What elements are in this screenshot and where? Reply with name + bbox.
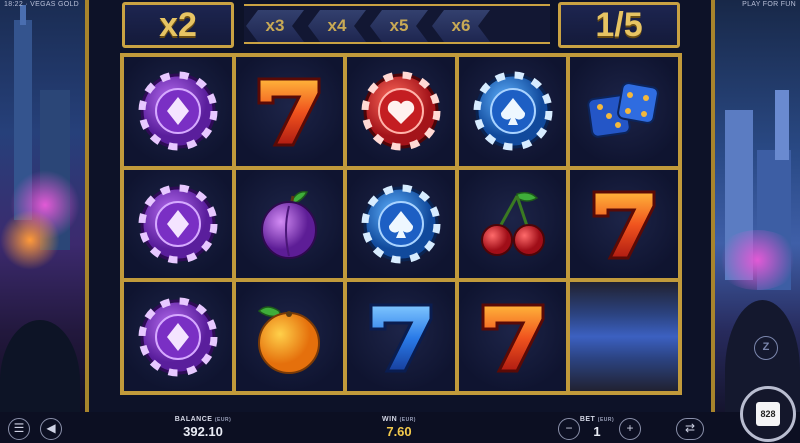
reel-cell — [235, 169, 344, 279]
reel-cell — [458, 282, 567, 391]
top-right-info: PLAY FOR FUN — [742, 1, 796, 8]
orange-seven-icon — [481, 303, 545, 373]
blue-dice-icon — [587, 82, 660, 139]
orange-fruit-icon — [258, 305, 321, 374]
bet-currency: (EUR) — [597, 417, 615, 423]
bottom-bar: ☰ ◀ BALANCE (EUR) 392.10 WIN (EUR) 7.60 … — [0, 412, 800, 443]
current-multiplier: x2 — [122, 2, 234, 48]
multiplier-track: x3 x4 x5 x6 — [244, 4, 550, 44]
spin-button[interactable]: 828 — [740, 386, 796, 442]
win-value: 7.60 — [386, 424, 412, 439]
bet-label: BET — [579, 416, 596, 423]
reel-cell — [124, 282, 232, 391]
reel-cell — [570, 57, 678, 166]
speaker-icon: ◀ — [46, 421, 56, 435]
blue-seven-icon — [369, 303, 433, 373]
purple-diamond-chip-icon — [138, 71, 218, 151]
win-display: WIN (EUR) 7.60 — [364, 416, 434, 439]
balance-label: BALANCE — [174, 416, 213, 423]
autoplay-button[interactable]: ⇄ — [676, 418, 704, 440]
autoplay-icon: ⇄ — [684, 421, 696, 435]
sound-button[interactable]: ◀ — [40, 418, 62, 440]
reel-cell — [458, 169, 567, 279]
orange-seven-icon — [592, 190, 656, 260]
balance-currency: (EUR) — [214, 417, 232, 423]
reel-cell — [347, 282, 455, 391]
bet-display: BET (EUR) 1 — [574, 416, 620, 439]
reel-cell — [124, 169, 232, 279]
balance-display: BALANCE (EUR) 392.10 — [168, 416, 238, 439]
multiplier-bar: x2 x3 x4 x5 x6 1/5 — [118, 0, 684, 52]
purple-diamond-chip-icon — [138, 297, 218, 377]
right-city-background — [715, 0, 800, 443]
reel-cell — [235, 282, 344, 391]
top-left-info: 18:22 · VEGAS GOLD — [4, 1, 80, 8]
bet-value: 1 — [593, 424, 601, 439]
multiplier-step: x3 — [246, 10, 304, 42]
purple-diamond-chip-icon — [138, 184, 218, 264]
reel-cell — [347, 169, 455, 279]
free-spins-counter: 1/5 — [558, 2, 680, 48]
menu-button[interactable]: ☰ — [8, 418, 30, 440]
balance-value: 392.10 — [183, 424, 223, 439]
bet-increase-button[interactable]: + — [619, 418, 641, 440]
win-label: WIN — [382, 416, 398, 423]
reel-cell — [235, 57, 344, 166]
spin-button-label: 828 — [756, 402, 780, 426]
reel-cell — [570, 169, 678, 279]
reel-cell — [124, 57, 232, 166]
win-currency: (EUR) — [399, 417, 416, 423]
red-heart-chip-icon — [361, 71, 441, 151]
left-city-background — [0, 0, 85, 443]
reel-grid — [120, 53, 682, 395]
multiplier-step: x5 — [370, 10, 428, 42]
hamburger-icon: ☰ — [13, 421, 25, 435]
multiplier-step: x6 — [432, 10, 490, 42]
cherries-icon — [480, 191, 545, 256]
plum-icon — [261, 190, 318, 259]
blue-spade-chip-icon — [361, 184, 441, 264]
reel-cell — [347, 57, 455, 166]
provider-badge: Z — [754, 336, 778, 360]
spinning-reel-blur — [570, 282, 678, 391]
blue-spade-chip-icon — [473, 71, 553, 151]
reel-cell — [458, 57, 567, 166]
orange-seven-icon — [257, 77, 321, 147]
multiplier-step: x4 — [308, 10, 366, 42]
